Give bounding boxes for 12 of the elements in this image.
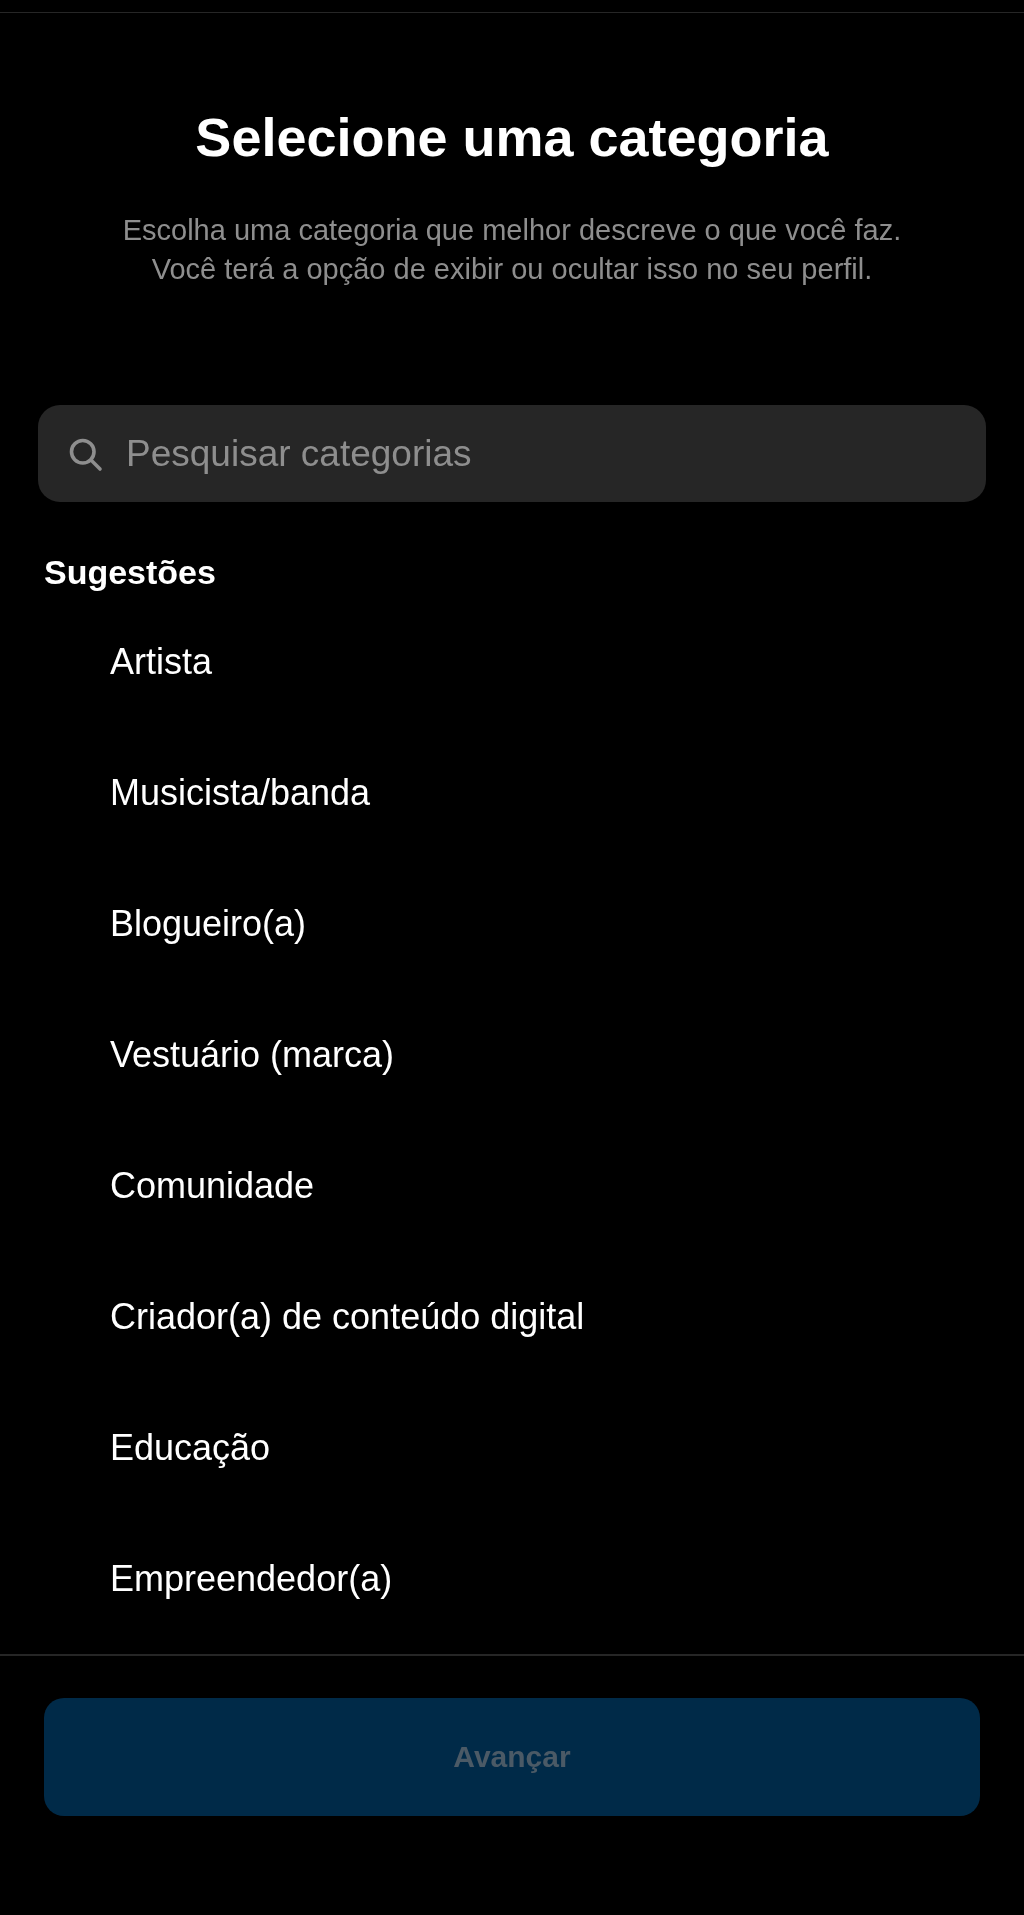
section-heading: Sugestões bbox=[44, 552, 217, 592]
category-item[interactable]: Empreendedor(a) bbox=[0, 1513, 1024, 1644]
description-text: Escolha uma categoria que melhor descreve o que você faz. Você terá a opção de exibir ou ocultar isso no seu perfil. bbox=[121, 213, 903, 287]
search-field[interactable]: Pesquisar categorias bbox=[38, 405, 986, 502]
category-item[interactable]: Comunidade bbox=[0, 1120, 1024, 1251]
page-title: Selecione uma categoria bbox=[195, 109, 829, 165]
category-item[interactable]: Artista bbox=[0, 596, 1024, 727]
category-item[interactable]: Blogueiro(a) bbox=[0, 858, 1024, 989]
category-item[interactable]: Vestuário (marca) bbox=[0, 989, 1024, 1120]
category-item[interactable]: Criador(a) de conteúdo digital bbox=[0, 1251, 1024, 1382]
category-item[interactable]: Educação bbox=[0, 1382, 1024, 1513]
category-item[interactable]: Musicista/banda bbox=[0, 727, 1024, 858]
